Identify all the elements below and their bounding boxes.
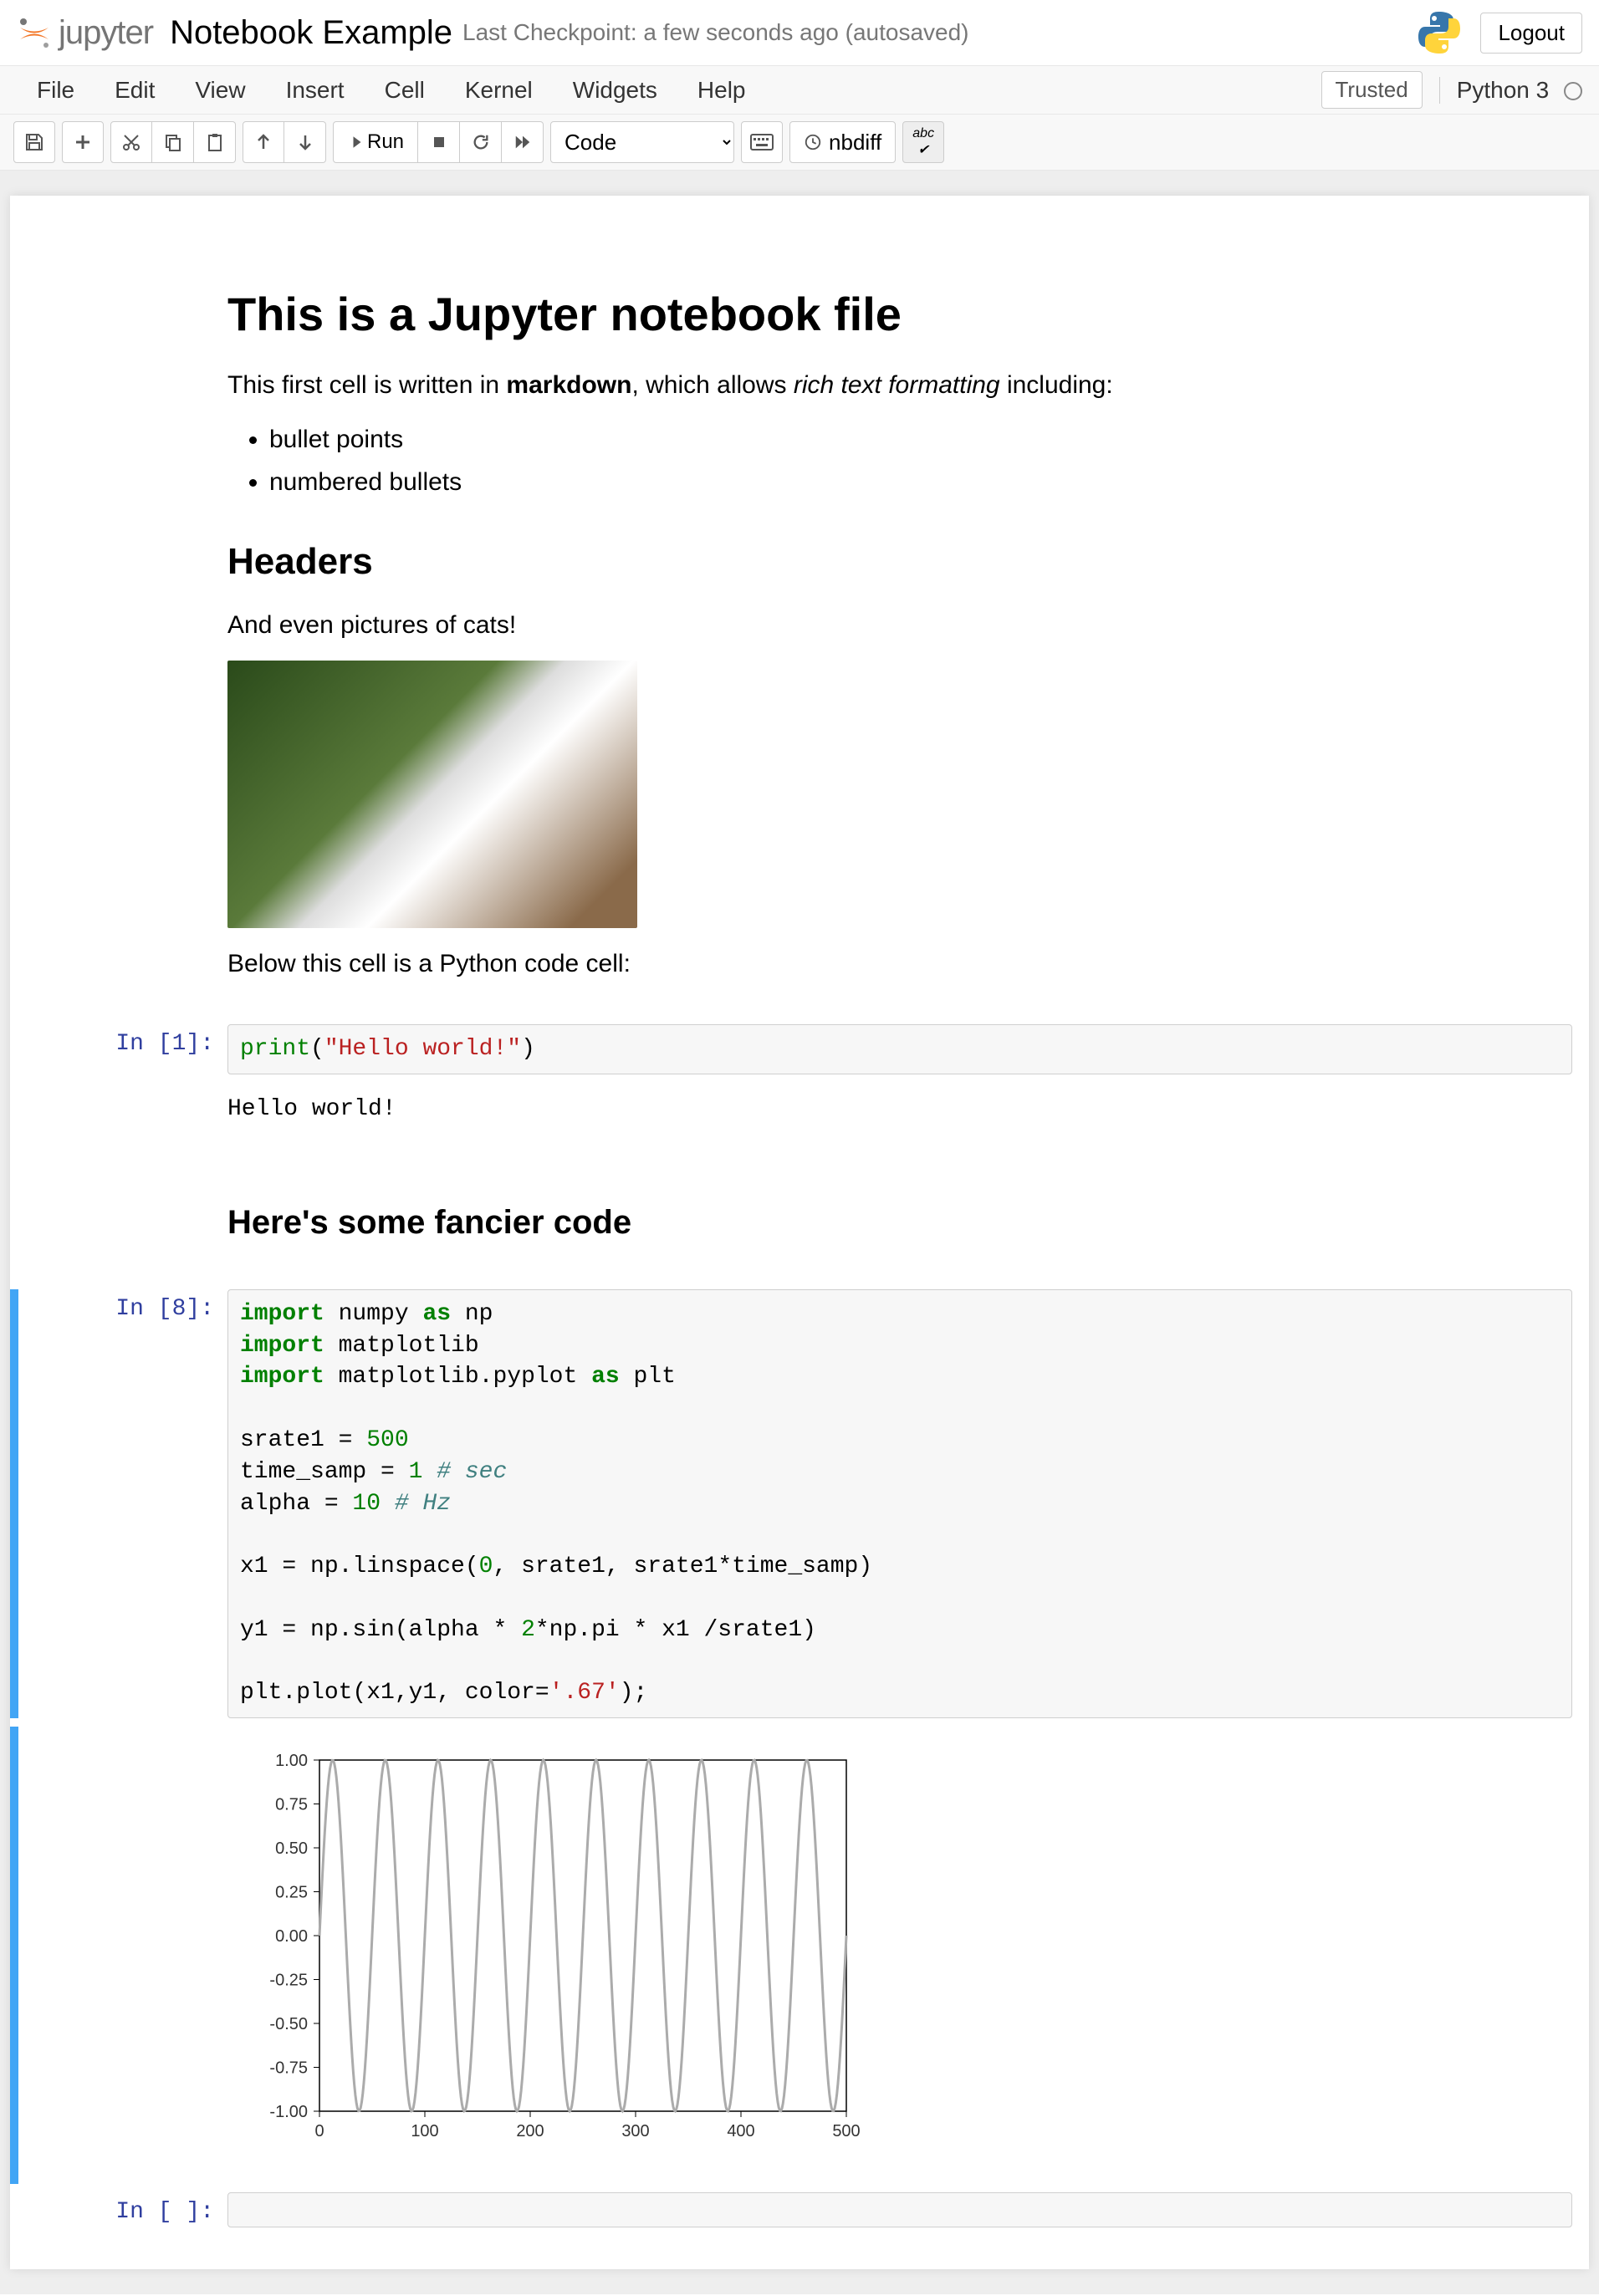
menu-insert[interactable]: Insert: [266, 67, 365, 114]
cut-button[interactable]: [110, 121, 152, 163]
svg-text:400: 400: [727, 2122, 754, 2140]
run-button[interactable]: Run: [333, 121, 418, 163]
svg-text:0.00: 0.00: [275, 1927, 308, 1946]
menu-edit[interactable]: Edit: [95, 67, 175, 114]
code-output: Hello world!: [227, 1083, 1572, 1139]
plot-output: -1.00 -0.75 -0.50 -0.25 0.00 0.25 0.50 0.75 1.00…: [227, 1727, 1572, 2184]
checkpoint-text: Last Checkpoint: a few seconds ago (auto…: [462, 19, 968, 46]
menu-kernel[interactable]: Kernel: [445, 67, 553, 114]
svg-text:0.50: 0.50: [275, 1839, 308, 1858]
header: jupyter Notebook Example Last Checkpoint…: [0, 0, 1599, 66]
cat-image: [227, 661, 637, 928]
cell-type-select[interactable]: Code: [550, 121, 734, 163]
arrow-up-icon: [253, 132, 273, 152]
svg-text:-0.50: -0.50: [269, 2015, 308, 2033]
code-cell[interactable]: In [1]: print("Hello world!"): [43, 1024, 1572, 1074]
add-cell-button[interactable]: [62, 121, 104, 163]
svg-text:500: 500: [832, 2122, 860, 2140]
code-cell-selected[interactable]: In [8]: import numpy as np import matplo…: [43, 1289, 1572, 1718]
spellcheck-icon: abc✔: [912, 126, 934, 158]
cell-prompt: [43, 1083, 227, 1139]
menu-view[interactable]: View: [175, 67, 265, 114]
notebook-title[interactable]: Notebook Example: [170, 14, 452, 52]
list-item: numbered bullets: [269, 463, 1539, 501]
jupyter-icon: [17, 15, 52, 50]
spellcheck-button[interactable]: abc✔: [902, 121, 944, 163]
restart-icon: [472, 133, 490, 151]
move-up-button[interactable]: [243, 121, 284, 163]
code-output-row: Hello world!: [43, 1083, 1572, 1139]
arrow-down-icon: [295, 132, 315, 152]
menubar: File Edit View Insert Cell Kernel Widget…: [0, 66, 1599, 115]
svg-text:-0.25: -0.25: [269, 1972, 308, 1990]
copy-icon: [163, 132, 183, 152]
bullet-list: bullet points numbered bullets: [269, 421, 1539, 501]
menu-widgets[interactable]: Widgets: [553, 67, 677, 114]
kernel-status-icon: [1564, 82, 1582, 100]
menu-cell[interactable]: Cell: [365, 67, 445, 114]
paragraph: Below this cell is a Python code cell:: [227, 945, 1539, 982]
save-button[interactable]: [13, 121, 55, 163]
markdown-render: This is a Jupyter notebook file This fir…: [227, 229, 1572, 1016]
fast-forward-icon: [513, 133, 532, 151]
heading-h2: Headers: [227, 534, 1539, 589]
svg-text:0.25: 0.25: [275, 1884, 308, 1902]
menu-file[interactable]: File: [17, 67, 95, 114]
cell-prompt: [43, 1727, 227, 2184]
copy-button[interactable]: [152, 121, 194, 163]
paragraph: This first cell is written in markdown, …: [227, 366, 1539, 404]
heading-h1: This is a Jupyter notebook file: [227, 279, 1539, 350]
paste-icon: [205, 132, 225, 152]
run-icon: [347, 135, 362, 150]
svg-text:-1.00: -1.00: [269, 2103, 308, 2121]
code-output-row: -1.00 -0.75 -0.50 -0.25 0.00 0.25 0.50 0.75 1.00…: [43, 1727, 1572, 2184]
toolbar: Run Code nbdiff abc✔: [0, 115, 1599, 171]
stop-icon: [432, 135, 447, 150]
cell-prompt: In [1]:: [43, 1024, 227, 1074]
svg-text:200: 200: [516, 2122, 544, 2140]
command-palette-button[interactable]: [741, 121, 783, 163]
cell-prompt: In [8]:: [43, 1289, 227, 1718]
run-all-button[interactable]: [502, 121, 544, 163]
svg-text:300: 300: [621, 2122, 649, 2140]
kernel-name[interactable]: Python 3: [1439, 77, 1582, 104]
cell-prompt: [43, 1147, 227, 1281]
code-input[interactable]: [227, 2192, 1572, 2227]
svg-text:-0.75: -0.75: [269, 2059, 308, 2078]
menu-help[interactable]: Help: [677, 67, 766, 114]
notebook-page: This is a Jupyter notebook file This fir…: [0, 171, 1599, 2294]
restart-button[interactable]: [460, 121, 502, 163]
svg-text:100: 100: [411, 2122, 438, 2140]
svg-text:1.00: 1.00: [275, 1752, 308, 1770]
notebook-container: This is a Jupyter notebook file This fir…: [10, 196, 1589, 2269]
markdown-cell[interactable]: This is a Jupyter notebook file This fir…: [43, 229, 1572, 1016]
plus-icon: [73, 132, 93, 152]
save-icon: [24, 132, 44, 152]
cell-prompt: In [ ]:: [43, 2192, 227, 2227]
jupyter-logo-text: jupyter: [59, 14, 153, 52]
markdown-render: Here's some fancier code: [227, 1147, 1572, 1281]
paste-button[interactable]: [194, 121, 236, 163]
code-input[interactable]: import numpy as np import matplotlib imp…: [227, 1289, 1572, 1718]
cut-icon: [121, 132, 141, 152]
move-down-button[interactable]: [284, 121, 326, 163]
nbdiff-button[interactable]: nbdiff: [789, 121, 896, 163]
python-icon: [1415, 8, 1464, 57]
svg-text:0.75: 0.75: [275, 1796, 308, 1814]
clock-icon: [804, 133, 822, 151]
logout-button[interactable]: Logout: [1480, 13, 1582, 54]
paragraph: And even pictures of cats!: [227, 606, 1539, 644]
sine-plot: -1.00 -0.75 -0.50 -0.25 0.00 0.25 0.50 0.75 1.00…: [227, 1743, 863, 2161]
code-input[interactable]: print("Hello world!"): [227, 1024, 1572, 1074]
trusted-badge[interactable]: Trusted: [1321, 71, 1423, 109]
jupyter-logo[interactable]: jupyter: [17, 14, 153, 52]
stop-button[interactable]: [418, 121, 460, 163]
code-cell-empty[interactable]: In [ ]:: [43, 2192, 1572, 2227]
svg-text:0: 0: [314, 2122, 324, 2140]
cell-prompt: [43, 229, 227, 1016]
keyboard-icon: [750, 134, 774, 151]
heading-h3: Here's some fancier code: [227, 1197, 1539, 1247]
list-item: bullet points: [269, 421, 1539, 458]
markdown-cell[interactable]: Here's some fancier code: [43, 1147, 1572, 1281]
